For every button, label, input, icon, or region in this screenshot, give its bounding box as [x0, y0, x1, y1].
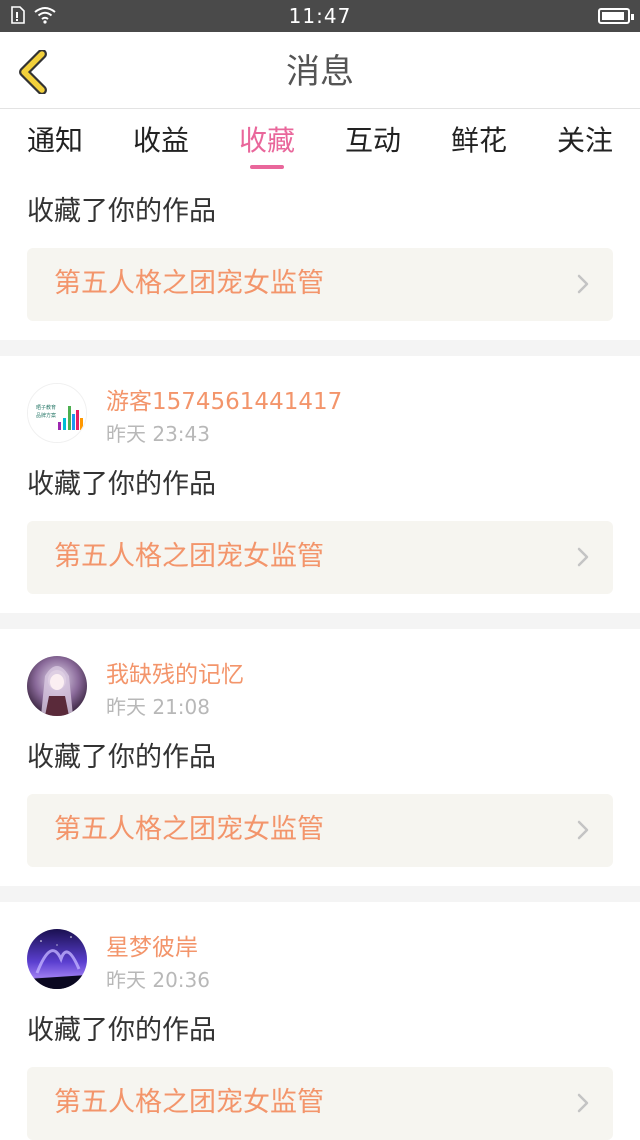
message-action-text: 收藏了你的作品 — [27, 742, 216, 773]
work-link-card[interactable]: 第五人格之团宠女监管 — [27, 1067, 613, 1140]
avatar[interactable] — [27, 656, 87, 716]
tab-flowers[interactable]: 鲜花 — [439, 124, 519, 158]
chevron-right-icon — [577, 820, 589, 840]
tab-follows[interactable]: 关注 — [545, 124, 625, 158]
avatar-image — [27, 929, 87, 989]
page-title: 消息 — [286, 52, 354, 92]
status-time: 11:47 — [288, 4, 352, 28]
tab-favorites[interactable]: 收藏 — [227, 124, 307, 158]
tab-interactions[interactable]: 互动 — [333, 124, 413, 158]
work-link-card[interactable]: 第五人格之团宠女监管 — [27, 521, 613, 594]
tab-notifications[interactable]: 通知 — [15, 124, 95, 158]
work-title: 第五人格之团宠女监管 — [54, 268, 324, 299]
chevron-right-icon — [577, 1093, 589, 1113]
work-title: 第五人格之团宠女监管 — [54, 541, 324, 572]
avatar-image: 晒子教育 品牌方案 — [28, 384, 86, 442]
username[interactable]: 我缺残的记忆 — [106, 661, 244, 689]
timestamp: 昨天 21:08 — [106, 695, 210, 719]
message-action-text: 收藏了你的作品 — [27, 469, 216, 500]
chevron-right-icon — [577, 547, 589, 567]
nav-bar: 消息 — [0, 32, 640, 109]
timestamp: 昨天 20:36 — [106, 968, 210, 992]
message-action-text: 收藏了你的作品 — [27, 1015, 216, 1046]
work-link-card[interactable]: 第五人格之团宠女监管 — [27, 248, 613, 321]
avatar[interactable] — [27, 929, 87, 989]
active-tab-indicator — [250, 165, 284, 169]
username[interactable]: 星梦彼岸 — [106, 934, 198, 962]
username[interactable]: 游客1574561441417 — [106, 388, 342, 416]
battery-icon — [598, 8, 634, 24]
work-title: 第五人格之团宠女监管 — [54, 814, 324, 845]
message-action-text: 收藏了你的作品 — [27, 196, 216, 227]
tab-bar: 通知 收益 收藏 互动 鲜花 关注 — [0, 110, 640, 174]
section-divider — [0, 613, 640, 629]
status-bar: 11:47 — [0, 0, 640, 32]
section-divider — [0, 886, 640, 902]
chevron-right-icon — [577, 274, 589, 294]
avatar[interactable]: 晒子教育 品牌方案 — [27, 383, 87, 443]
timestamp: 昨天 23:43 — [106, 422, 210, 446]
section-divider — [0, 340, 640, 356]
work-link-card[interactable]: 第五人格之团宠女监管 — [27, 794, 613, 867]
work-title: 第五人格之团宠女监管 — [54, 1087, 324, 1118]
avatar-image — [27, 656, 87, 716]
avatar-text-1: 晒子教育 — [36, 404, 56, 411]
avatar-text-2: 品牌方案 — [36, 412, 56, 419]
tab-earnings[interactable]: 收益 — [121, 124, 201, 158]
